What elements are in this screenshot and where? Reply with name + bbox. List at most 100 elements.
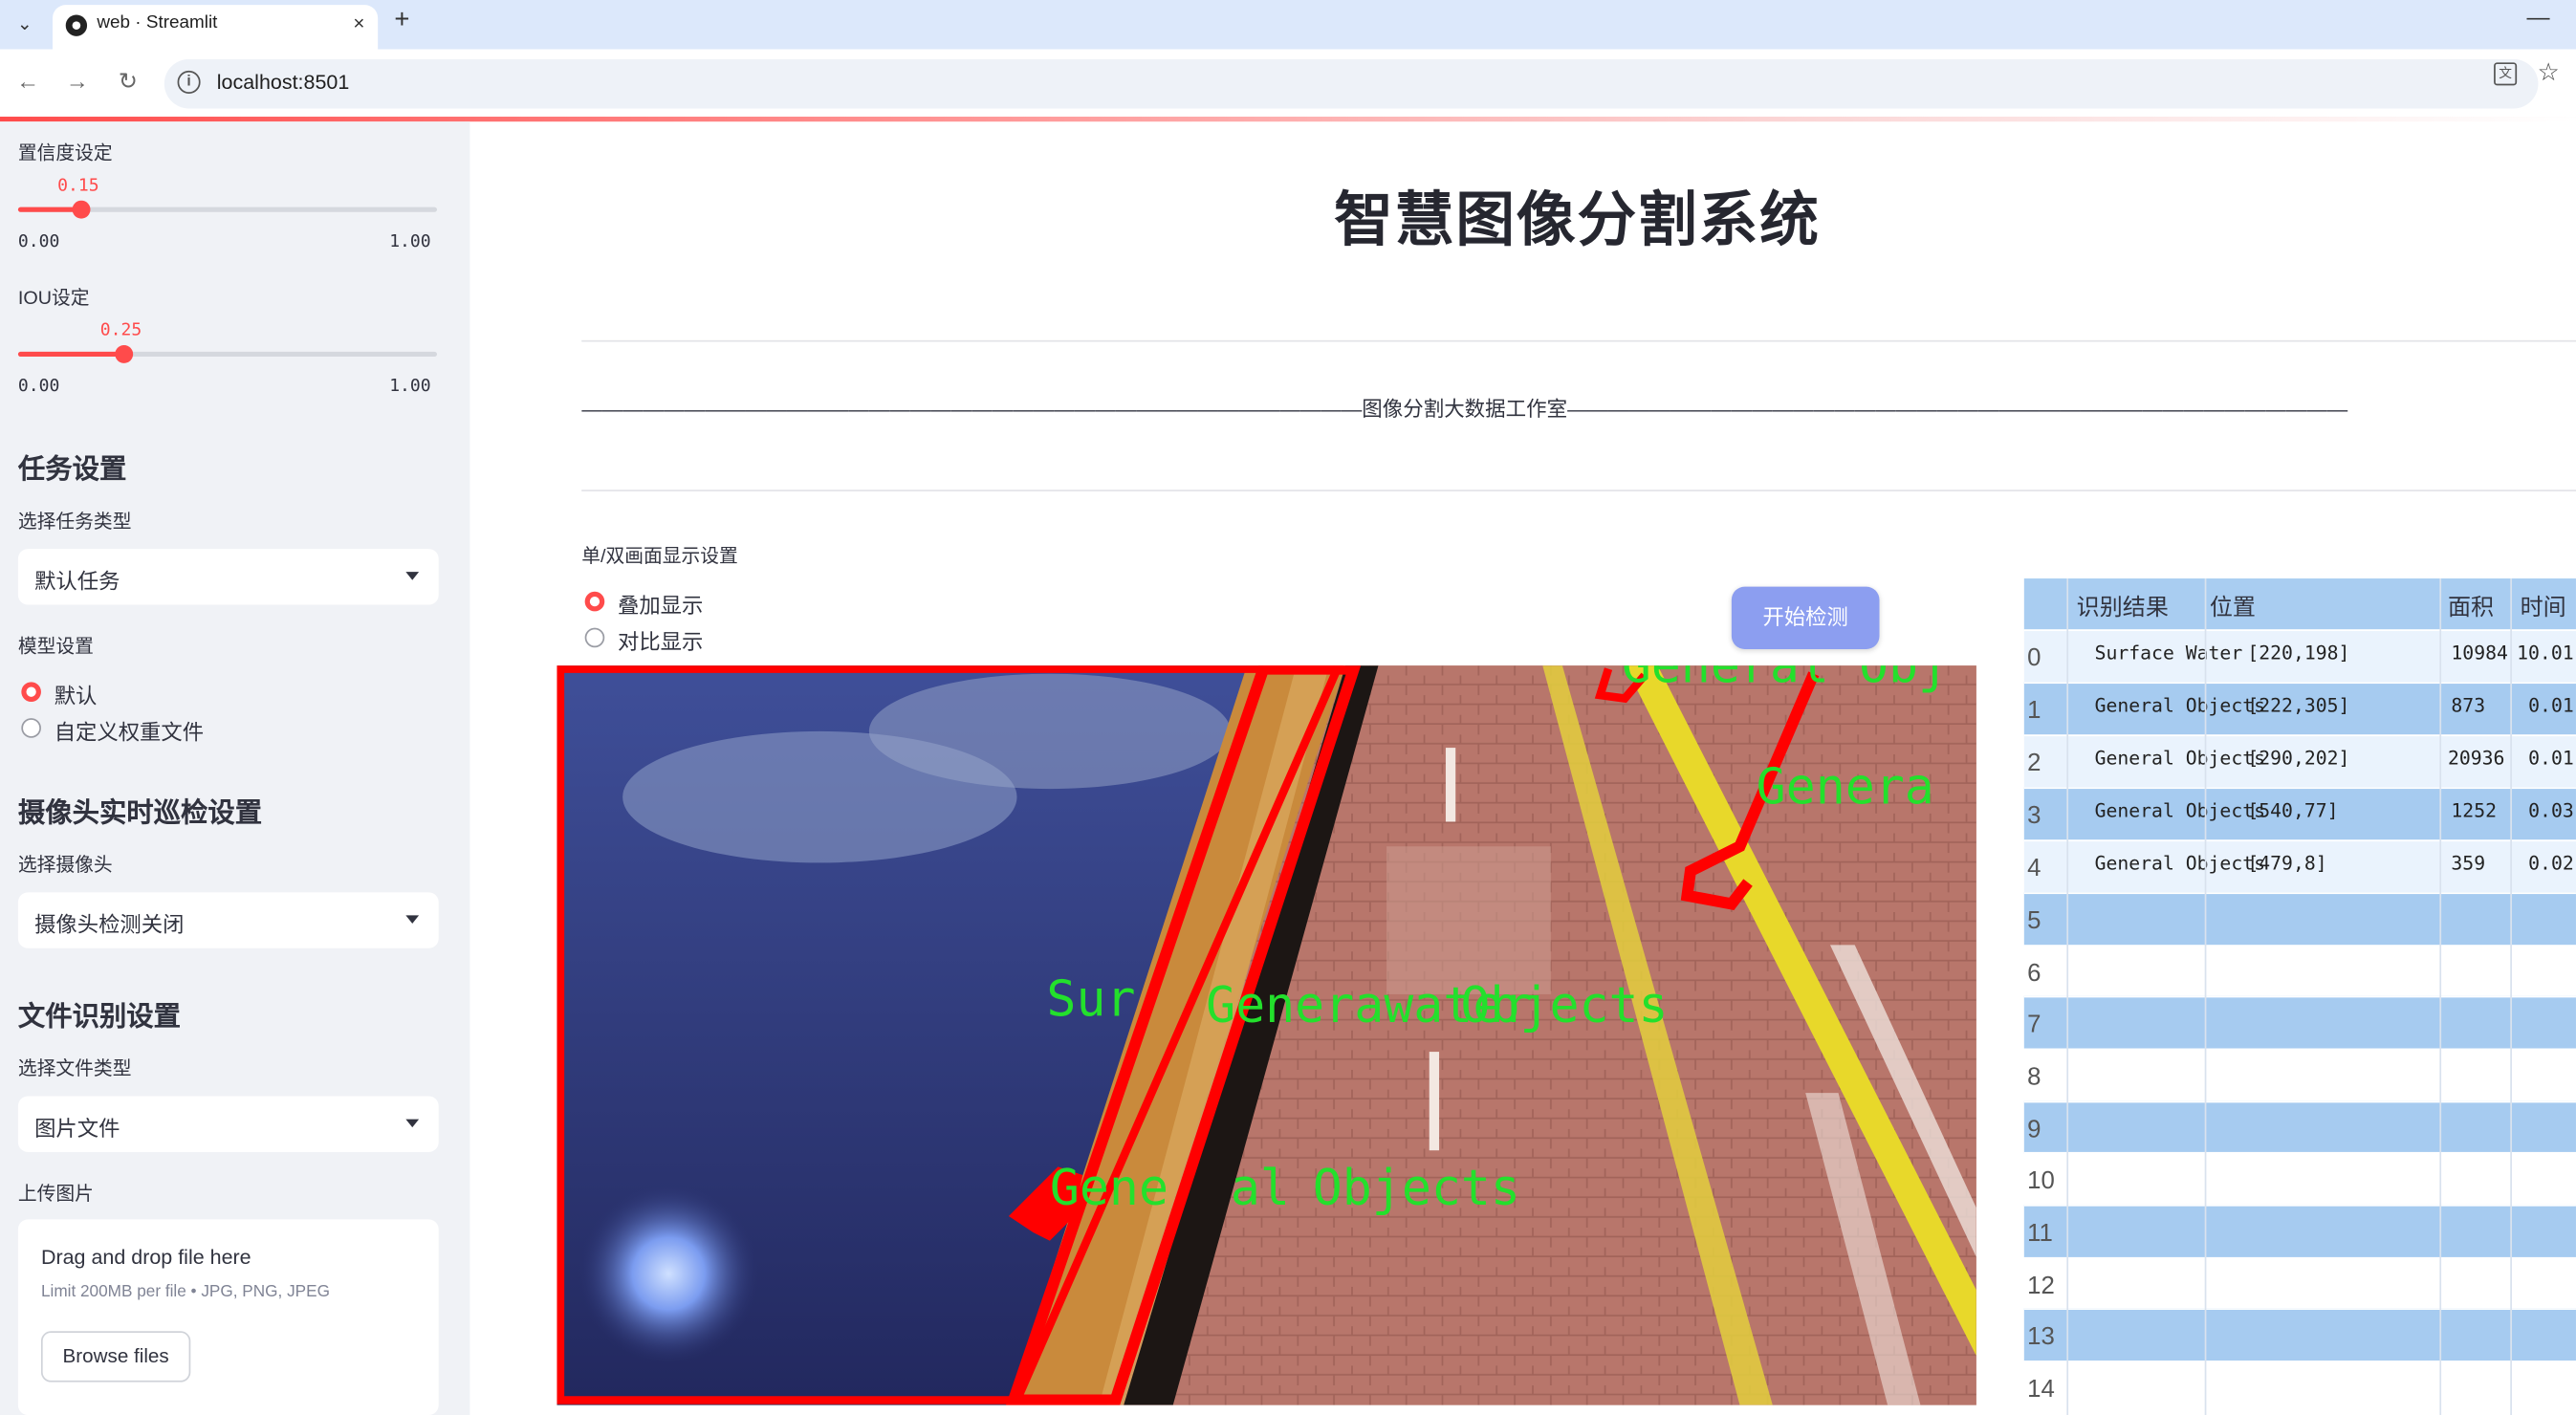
table-row-empty[interactable]: 5: [2023, 892, 2576, 946]
table-row-empty[interactable]: 11: [2023, 1204, 2576, 1257]
iou-slider[interactable]: [17, 344, 438, 363]
iou-label: IOU设定: [17, 289, 90, 310]
minimize-window-button[interactable]: —: [2526, 3, 2549, 30]
url-text[interactable]: localhost:8501: [217, 71, 350, 94]
reload-icon[interactable]: ↻: [114, 67, 143, 95]
browser-tab[interactable]: web · Streamlit ×: [52, 5, 379, 50]
results-table[interactable]: 识别结果 位置 面积 时间 0 Surface Water [220,198] …: [2023, 578, 2576, 1415]
column-divider: [2066, 578, 2069, 1415]
table-row-empty[interactable]: 8: [2023, 1048, 2576, 1101]
sun-reflection: [578, 1183, 759, 1364]
file-type-select[interactable]: 图片文件: [17, 1096, 439, 1152]
site-info-icon[interactable]: i: [177, 70, 201, 94]
file-settings-heading: 文件识别设置: [17, 1002, 181, 1033]
column-header-area[interactable]: 面积: [2448, 590, 2494, 622]
overlay-label: Objects: [1313, 1160, 1520, 1217]
iou-value: 0.25: [99, 320, 142, 340]
table-header-row: 识别结果 位置 面积 时间: [2023, 578, 2576, 630]
sidebar: 置信度设定 0.15 0.00 1.00 IOU设定 0.25 0.00 1.0…: [0, 121, 470, 1415]
table-row[interactable]: 2 General Objects [290,202] 20936 0.01: [2023, 734, 2576, 788]
cell-time: 0.02: [2528, 851, 2574, 875]
overlay-label: Genera: [1757, 759, 1934, 816]
iou-slider-thumb[interactable]: [115, 344, 134, 363]
row-index: 6: [2027, 959, 2041, 989]
table-row-empty[interactable]: 9: [2023, 1100, 2576, 1154]
model-option-label: 默认: [54, 684, 98, 708]
cell-area: 873: [2451, 693, 2486, 717]
bookmark-star-icon[interactable]: ☆: [2538, 57, 2560, 87]
chevron-down-icon: [405, 915, 420, 925]
bike-symbol-patch: [1386, 846, 1551, 994]
table-row-empty[interactable]: 14: [2023, 1361, 2576, 1414]
table-row-empty[interactable]: 13: [2023, 1308, 2576, 1361]
iou-slider-fill: [17, 351, 123, 358]
table-row-empty[interactable]: 7: [2023, 995, 2576, 1049]
upload-limit-hint: Limit 200MB per file • JPG, PNG, JPEG: [40, 1283, 330, 1302]
translate-icon[interactable]: 文: [2494, 62, 2518, 86]
cell-result: Surface Water: [2094, 641, 2243, 664]
tab-title: web · Streamlit: [97, 12, 218, 33]
row-index: 4: [2027, 854, 2041, 883]
browser-address-bar: ← → ↻ i localhost:8501 文 ☆: [0, 49, 2576, 119]
table-row[interactable]: 3 General Objects [540,77] 1252 0.03: [2023, 787, 2576, 840]
tab-list-dropdown-icon[interactable]: ⌄: [10, 10, 39, 39]
display-mode-label: 单/双画面显示设置: [581, 547, 738, 568]
cell-time: 0.03: [2528, 798, 2574, 822]
table-row[interactable]: 1 General Objects [222,305] 873 0.01: [2023, 682, 2576, 735]
display-option-label: 叠加显示: [618, 593, 704, 619]
forward-arrow-icon[interactable]: →: [62, 67, 92, 94]
camera-select-label: 选择摄像头: [17, 856, 113, 877]
page-title: 智慧图像分割系统: [1334, 185, 1821, 253]
column-divider: [2510, 578, 2512, 1415]
cell-area: 359: [2451, 851, 2486, 875]
confidence-value: 0.15: [57, 175, 99, 196]
confidence-slider-thumb[interactable]: [72, 200, 91, 219]
cell-result: General Objects: [2094, 746, 2266, 770]
segmentation-scene: General Obj Genera Sur Generawater Objec…: [557, 665, 1976, 1405]
confidence-slider[interactable]: [17, 200, 438, 219]
close-tab-icon[interactable]: ×: [353, 11, 364, 34]
table-row[interactable]: 4 General Objects [479,8] 359 0.02: [2023, 839, 2576, 893]
cell-position: [479,8]: [2247, 851, 2327, 875]
new-tab-button[interactable]: +: [394, 7, 409, 36]
row-index: 3: [2027, 801, 2041, 831]
chevron-down-icon: [405, 572, 420, 580]
table-row[interactable]: 0 Surface Water [220,198] 10984 10.01: [2023, 629, 2576, 683]
table-row-empty[interactable]: 10: [2023, 1151, 2576, 1205]
column-divider: [2204, 578, 2207, 1415]
cloud-reflection: [868, 673, 1231, 790]
model-settings-label: 模型设置: [17, 637, 94, 658]
cell-time: 0.01: [2528, 746, 2574, 770]
table-row-empty[interactable]: 6: [2023, 945, 2576, 998]
browse-files-button[interactable]: Browse files: [40, 1331, 191, 1382]
radio-unselected-icon: [584, 627, 605, 648]
camera-select[interactable]: 摄像头检测关闭: [17, 892, 439, 948]
url-field[interactable]: i localhost:8501: [164, 58, 2539, 109]
row-index: 11: [2027, 1219, 2053, 1248]
studio-banner-text: ——————————————————————————————————————图像…: [581, 397, 2348, 422]
overlay-label: General Obj: [1622, 665, 1948, 694]
row-index: 2: [2027, 749, 2041, 778]
camera-settings-heading: 摄像头实时巡检设置: [17, 798, 263, 829]
file-type-label: 选择文件类型: [17, 1059, 132, 1080]
overlay-label: Gene: [1050, 1160, 1168, 1217]
bike-lane-dash: [1429, 1052, 1440, 1151]
model-option-label: 自定义权重文件: [54, 719, 205, 745]
column-divider: [2439, 578, 2442, 1415]
column-header-result[interactable]: 识别结果: [2077, 590, 2169, 622]
row-index: 13: [2027, 1322, 2055, 1351]
table-row-empty[interactable]: 12: [2023, 1256, 2576, 1310]
cell-area: 1252: [2451, 798, 2498, 822]
column-header-time[interactable]: 时间: [2521, 590, 2566, 622]
upload-image-label: 上传图片: [17, 1185, 94, 1205]
divider: [581, 490, 2576, 491]
upload-dropzone-title: Drag and drop file here: [40, 1245, 251, 1269]
cell-position: [222,305]: [2247, 693, 2350, 717]
start-detection-button[interactable]: 开始检测: [1731, 586, 1880, 649]
task-type-select[interactable]: 默认任务: [17, 549, 439, 605]
confidence-slider-fill: [17, 207, 81, 212]
column-header-position[interactable]: 位置: [2210, 590, 2256, 622]
file-uploader-dropzone[interactable]: Drag and drop file here Limit 200MB per …: [17, 1219, 439, 1415]
cell-result: General Objects: [2094, 693, 2266, 717]
back-arrow-icon[interactable]: ←: [13, 67, 43, 94]
